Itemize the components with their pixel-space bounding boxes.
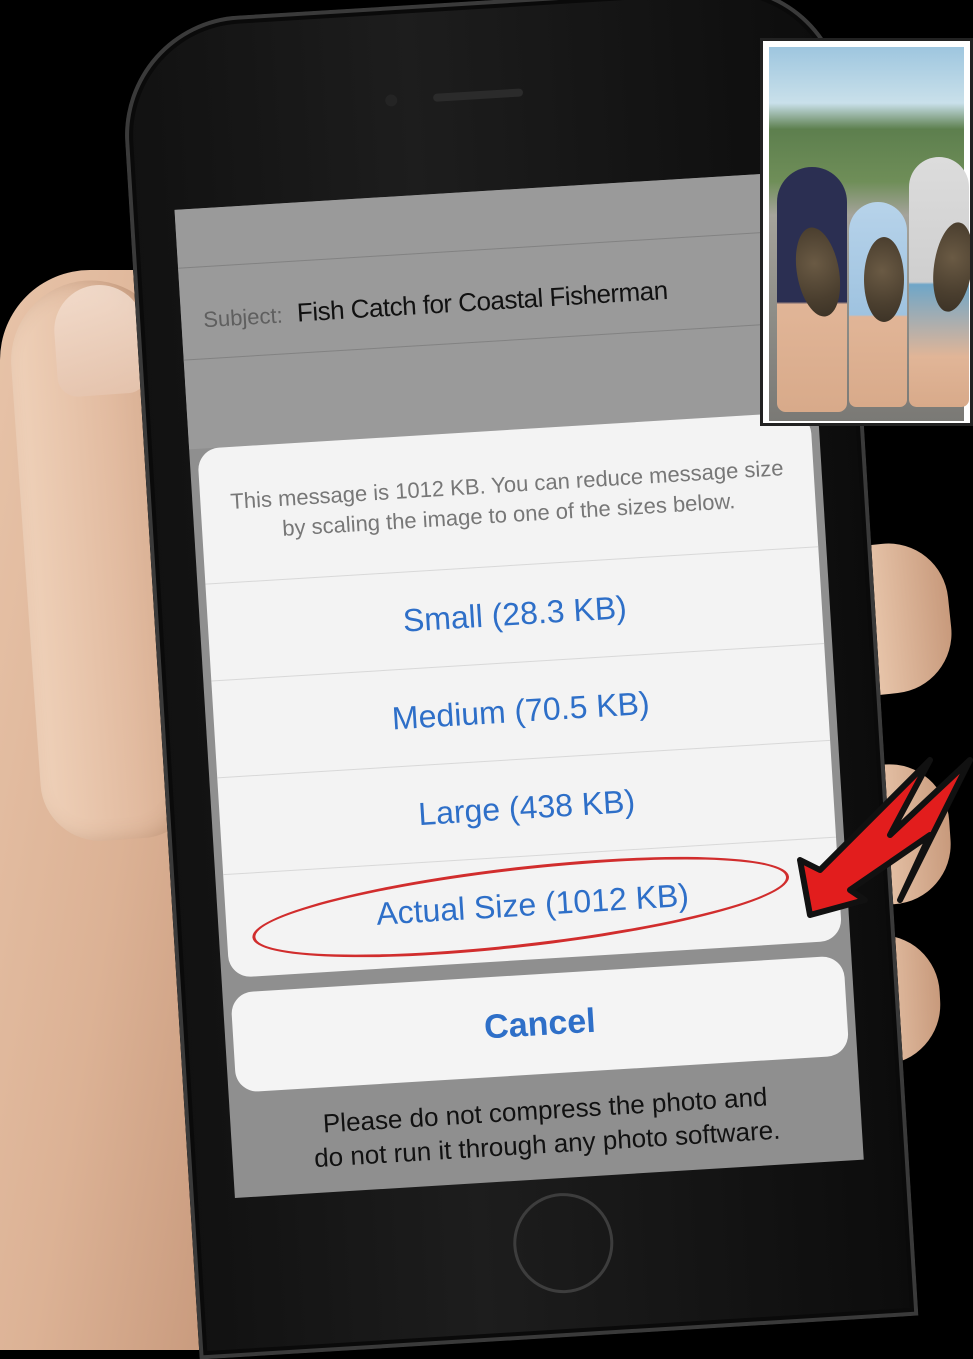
- instruction-note: Please do not compress the photo and do …: [230, 1075, 863, 1181]
- image-size-action-sheet: This message is 1012 KB. You can reduce …: [197, 411, 843, 978]
- red-arrow-icon: [797, 757, 973, 918]
- home-button[interactable]: [510, 1190, 617, 1297]
- photo-scene: [769, 47, 970, 421]
- subject-label: Subject:: [202, 302, 284, 333]
- fish-catch-photo: [760, 38, 973, 426]
- option-actual-size-label: Actual Size (1012 KB): [375, 876, 690, 932]
- divider: [178, 229, 807, 269]
- mail-compose-header: Subject: Fish Catch for Coastal Fisherma…: [174, 171, 818, 450]
- subject-value[interactable]: Fish Catch for Coastal Fisherman: [296, 275, 668, 328]
- subject-row[interactable]: Subject: Fish Catch for Coastal Fisherma…: [202, 275, 668, 334]
- option-large-label: Large (438 KB): [417, 782, 636, 832]
- flounder-fish: [864, 237, 904, 322]
- speaker: [432, 88, 524, 102]
- option-medium-label: Medium (70.5 KB): [390, 684, 651, 737]
- cancel-button[interactable]: Cancel: [230, 955, 850, 1093]
- option-small-label: Small (28.3 KB): [401, 588, 628, 639]
- cancel-label: Cancel: [483, 1001, 597, 1046]
- front-camera: [384, 94, 398, 107]
